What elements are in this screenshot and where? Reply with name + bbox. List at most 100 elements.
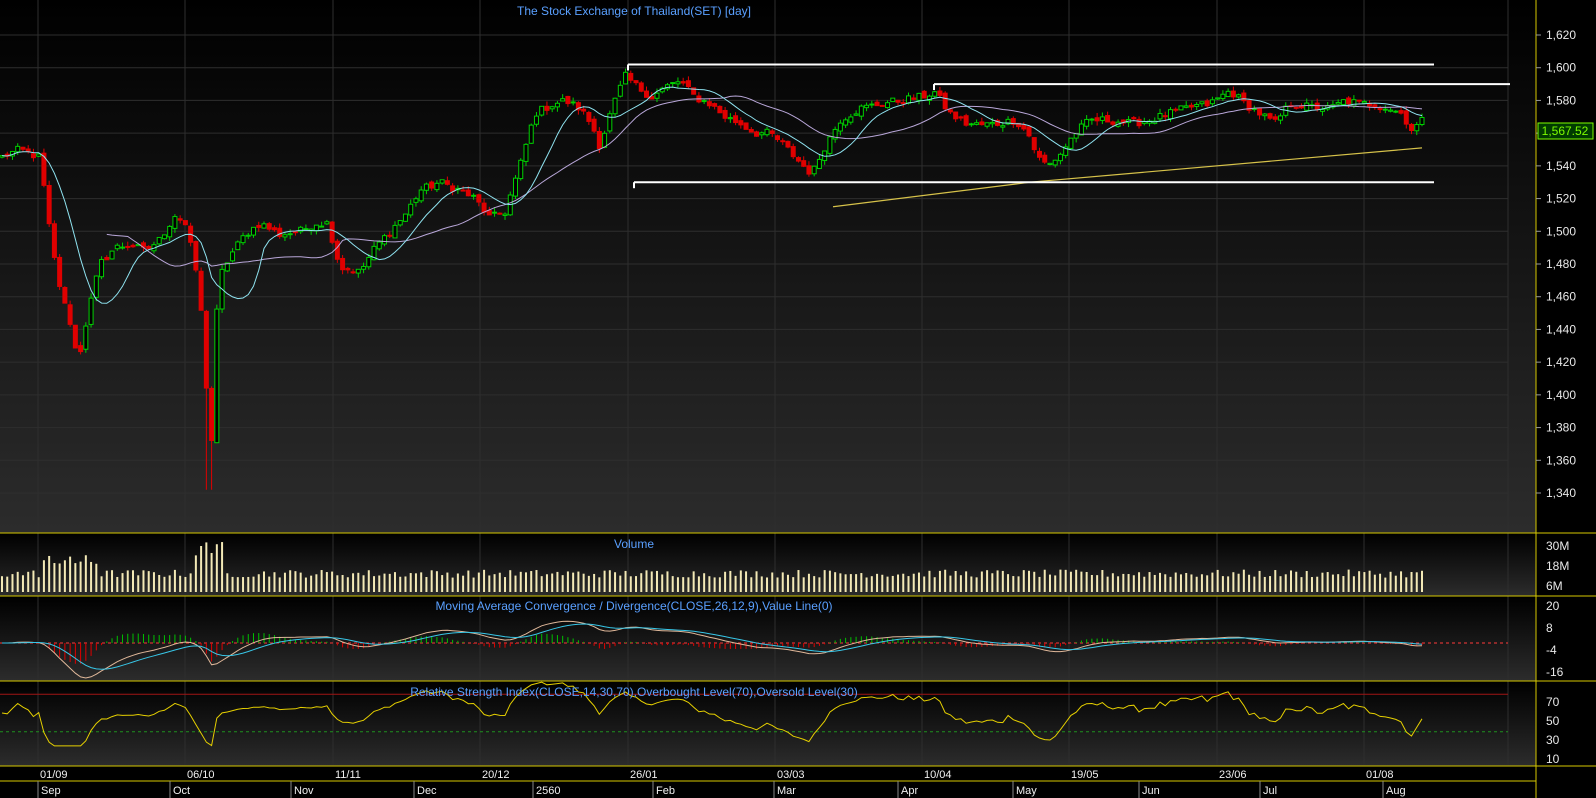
candle-body (429, 181, 435, 189)
date-axis-lower-label: Dec (417, 785, 437, 797)
candle-body (245, 234, 251, 237)
candle-body (1178, 105, 1184, 111)
volume-bar (1242, 569, 1245, 592)
date-axis-upper-label: 23/06 (1219, 769, 1247, 781)
candle-body (214, 308, 220, 444)
volume-bar (870, 576, 873, 592)
candle-body (565, 95, 571, 105)
volume-bar (320, 570, 323, 592)
candle-body (481, 202, 487, 213)
candle-body (780, 140, 786, 143)
candle-body (319, 225, 325, 228)
volume-bar (388, 573, 391, 592)
volume-bar (755, 571, 758, 592)
volume-bar (1017, 576, 1020, 592)
volume-bar (582, 573, 585, 592)
volume-bar (776, 577, 779, 592)
candle-body (340, 257, 346, 271)
volume-bar (53, 563, 56, 592)
volume-bar (221, 542, 224, 592)
volume-bar (451, 577, 454, 592)
candle-body (1021, 124, 1027, 130)
candle-body (764, 128, 770, 136)
volume-bar (1363, 572, 1366, 592)
volume-bar (635, 576, 638, 592)
volume-bar (105, 570, 108, 592)
candle-body (1293, 106, 1299, 109)
volume-bar (1028, 570, 1031, 592)
volume-bar (189, 573, 192, 592)
volume-bar (1159, 572, 1162, 592)
candle-body (554, 102, 560, 108)
volume-bar (938, 570, 941, 592)
volume-bar (231, 576, 234, 592)
candle-body (932, 91, 938, 97)
rsi-axis-label: 70 (1546, 695, 1560, 709)
candle-body (1230, 90, 1236, 98)
price-axis-label: 1,480 (1546, 257, 1576, 271)
candle-body (1278, 115, 1284, 121)
candle-body (423, 183, 429, 191)
volume-bar (540, 576, 543, 592)
volume-bar (84, 555, 87, 592)
volume-bar (1185, 572, 1188, 592)
volume-bar (530, 571, 533, 592)
candle-body (1000, 125, 1006, 128)
volume-bar (179, 575, 182, 592)
candle-body (1241, 92, 1247, 102)
volume-bar (1143, 576, 1146, 592)
candle-body (177, 218, 183, 221)
candle-body (748, 129, 754, 133)
volume-bar (797, 570, 800, 592)
volume-bar (692, 571, 695, 592)
candle-body (759, 132, 765, 136)
volume-bar (173, 569, 176, 592)
volume-bar (855, 574, 858, 592)
volume-bar (483, 569, 486, 592)
volume-bar (933, 577, 936, 592)
volume-bar (1290, 570, 1293, 592)
volume-bar (147, 571, 150, 592)
volume-bar (682, 577, 685, 592)
volume-bar (498, 572, 501, 592)
candle-body (953, 111, 959, 120)
volume-bar (399, 576, 402, 592)
volume-bar (745, 571, 748, 592)
date-axis-lower-label: Mar (777, 785, 796, 797)
macd-axis-label: 20 (1546, 599, 1560, 613)
volume-bar (1227, 576, 1230, 592)
price-axis-label: 1,500 (1546, 224, 1576, 238)
volume-bar (1263, 576, 1266, 592)
volume-bar (786, 574, 789, 592)
candle-body (1314, 102, 1320, 110)
volume-bar (1352, 576, 1355, 592)
volume-bar (1048, 574, 1051, 592)
volume-bar (352, 573, 355, 592)
volume-bar (373, 576, 376, 592)
candle-body (345, 267, 351, 271)
candle-body (303, 228, 309, 231)
candle-body (738, 120, 744, 126)
volume-bar (823, 570, 826, 592)
date-axis-lower-label: Nov (294, 785, 314, 797)
candle-body (114, 244, 120, 250)
volume-bar (1405, 577, 1408, 592)
candle-body (816, 158, 822, 169)
volume-bar (844, 574, 847, 592)
candle-body (984, 122, 990, 127)
volume-bar (1410, 571, 1413, 592)
volume-bar (923, 576, 926, 592)
volume-bar (1059, 569, 1062, 592)
candle-body (1078, 123, 1084, 136)
candle-body (298, 226, 304, 233)
volume-bar (236, 577, 239, 592)
volume-bar (912, 573, 915, 592)
volume-bar (95, 563, 98, 592)
candle-body (675, 81, 681, 85)
date-axis-upper-label: 06/10 (187, 769, 215, 781)
candle-body (156, 236, 162, 245)
volume-bar (430, 570, 433, 592)
volume-bar (1368, 570, 1371, 592)
volume-bar (514, 575, 517, 592)
volume-bar (1117, 576, 1120, 592)
